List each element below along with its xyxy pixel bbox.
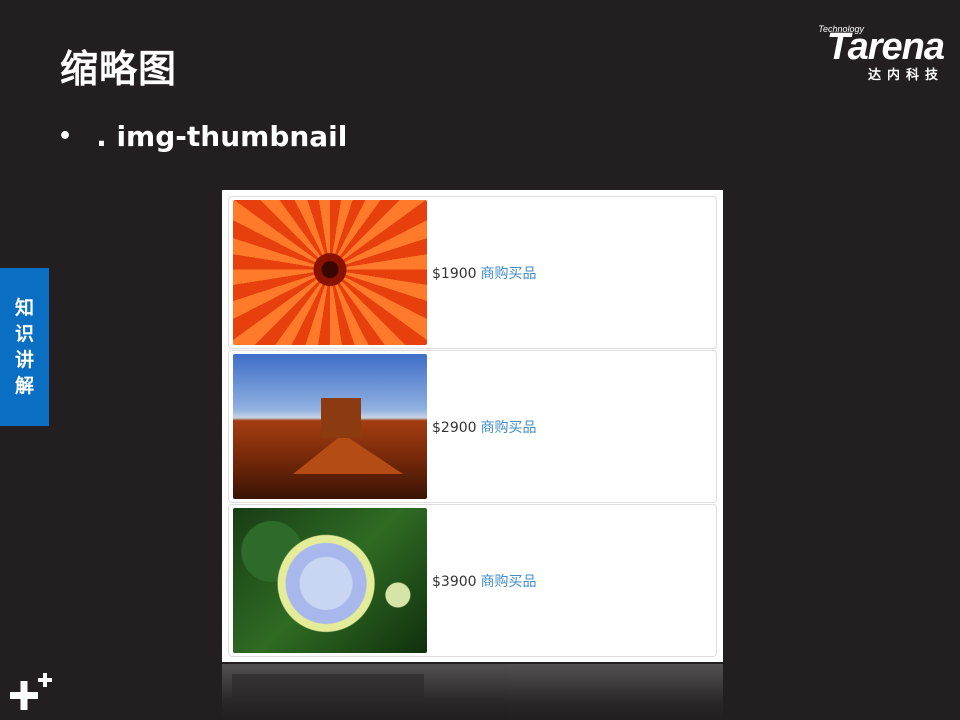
panel-reflection — [222, 664, 723, 720]
chrysanthemum-thumbnail — [233, 200, 427, 345]
product-price: $1900 — [432, 265, 477, 282]
side-tab-char: 识 — [14, 323, 34, 345]
product-caption: $1900 商购买品 — [432, 263, 537, 283]
slide-title: 缩略图 — [60, 47, 178, 91]
side-tab-char: 知 — [14, 297, 34, 319]
bullet-text: . img-thumbnail — [96, 120, 348, 153]
bullet-dot-icon: • — [58, 124, 73, 149]
desert-thumbnail — [233, 354, 427, 499]
thumbnail-demo-panel: $1900 商购买品 $2900 商购买品 $3900 商购买品 — [222, 190, 723, 662]
product-price: $2900 — [432, 419, 477, 436]
plus-plus-icon — [10, 673, 52, 710]
product-caption: $2900 商购买品 — [432, 417, 537, 437]
product-row: $2900 商购买品 — [228, 350, 717, 503]
side-tab-char: 讲 — [14, 349, 34, 371]
desert-slope-shape — [293, 434, 403, 474]
product-row: $3900 商购买品 — [228, 504, 717, 657]
product-price: $3900 — [432, 573, 477, 590]
logo-wordmark: Tarena — [826, 26, 945, 68]
buy-link[interactable]: 商购买品 — [481, 420, 537, 436]
reflection-ghost — [232, 674, 424, 720]
buy-link[interactable]: 商购买品 — [481, 574, 537, 590]
buy-link[interactable]: 商购买品 — [481, 266, 537, 282]
tarena-logo: Technology Tarena 达内科技 — [774, 22, 945, 83]
side-tab-char: 解 — [14, 375, 34, 397]
hydrangea-thumbnail — [233, 508, 427, 653]
logo-chinese-text: 达内科技 — [867, 68, 944, 83]
bullet-point: • . img-thumbnail — [58, 120, 347, 153]
desert-butte-shape — [321, 398, 361, 438]
product-row: $1900 商购买品 — [228, 196, 717, 349]
side-tab-knowledge: 知 识 讲 解 — [0, 268, 49, 426]
product-caption: $3900 商购买品 — [432, 571, 537, 591]
